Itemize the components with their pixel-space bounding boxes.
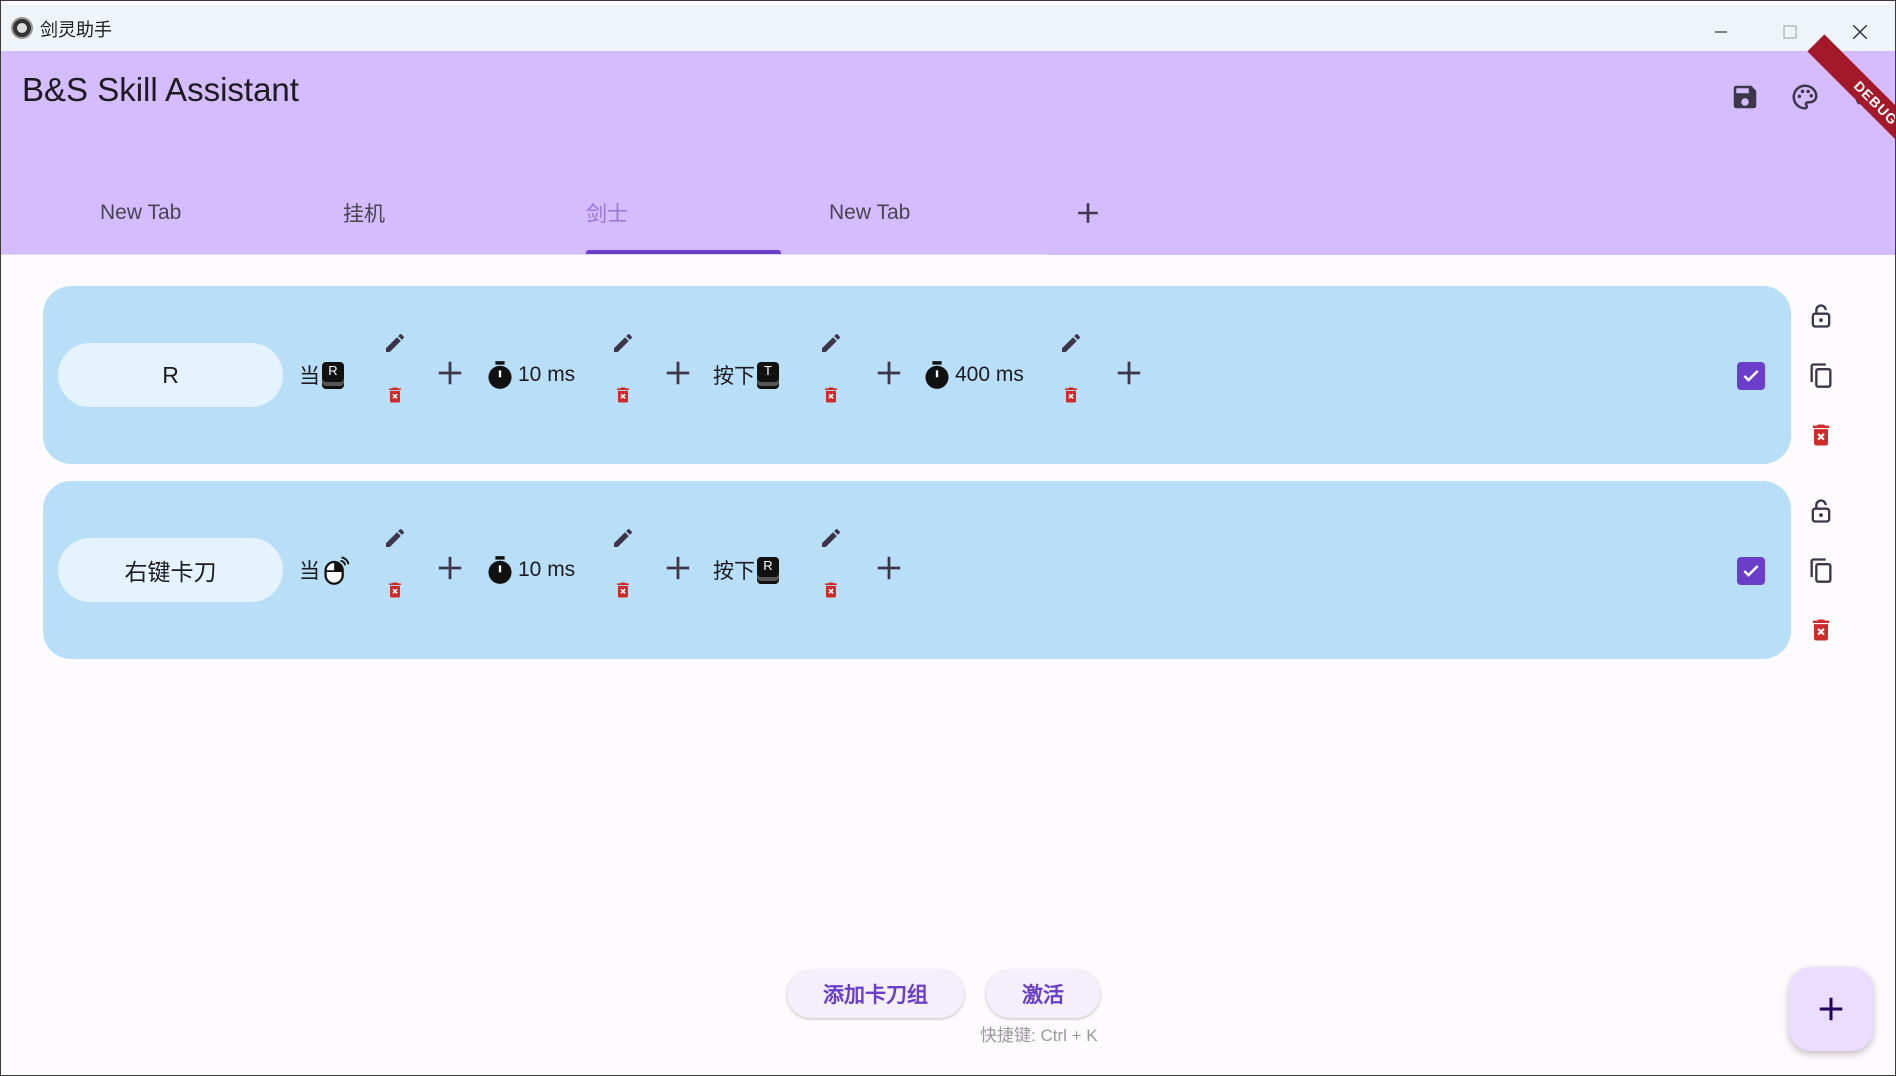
add-step-icon[interactable] bbox=[435, 553, 465, 583]
app-bar: B&S Skill Assistant DEBUG New Tab 挂机 剑士 … bbox=[1, 34, 1895, 255]
trigger-step: 当 bbox=[299, 553, 352, 587]
edit-icon[interactable] bbox=[611, 526, 635, 550]
delete-icon[interactable] bbox=[385, 579, 405, 601]
lock-open-icon[interactable] bbox=[1807, 496, 1835, 526]
trigger-label: 当 bbox=[299, 560, 320, 583]
macro-group-row: 右键卡刀 当 10 ms 按下 R bbox=[43, 481, 1791, 659]
theme-palette-button[interactable] bbox=[1781, 73, 1829, 121]
press-label: 按下 bbox=[713, 365, 755, 388]
delay-step: 10 ms bbox=[486, 358, 575, 392]
tab-idle[interactable]: 挂机 bbox=[343, 171, 385, 255]
minimize-icon bbox=[1715, 31, 1727, 33]
trigger-step: 当 R bbox=[299, 358, 344, 392]
edit-icon[interactable] bbox=[383, 526, 407, 550]
lock-open-icon[interactable] bbox=[1807, 301, 1835, 331]
add-tab-button[interactable] bbox=[1075, 171, 1101, 255]
edit-icon[interactable] bbox=[819, 526, 843, 550]
delete-icon[interactable] bbox=[821, 579, 841, 601]
window-title: 剑灵助手 bbox=[40, 20, 112, 40]
delete-icon[interactable] bbox=[613, 579, 633, 601]
tab-swordsman[interactable]: 剑士 bbox=[586, 171, 628, 255]
copy-icon[interactable] bbox=[1807, 360, 1835, 390]
app-logo-icon bbox=[11, 17, 33, 39]
tab-new-tab-1[interactable]: New Tab bbox=[100, 171, 181, 255]
add-fab-button[interactable] bbox=[1789, 967, 1873, 1051]
macro-group-row: R 当 R 10 ms 按下 T 400 ms bbox=[43, 286, 1791, 464]
add-step-icon[interactable] bbox=[663, 553, 693, 583]
delete-icon[interactable] bbox=[613, 384, 633, 406]
delay-step: 400 ms bbox=[923, 358, 1024, 392]
delay-value: 10 ms bbox=[518, 363, 576, 386]
enabled-checkbox[interactable] bbox=[1737, 557, 1765, 585]
plus-icon bbox=[1078, 203, 1098, 223]
edit-icon[interactable] bbox=[383, 331, 407, 355]
press-key: R bbox=[757, 557, 779, 581]
group-name-field[interactable]: R bbox=[58, 343, 283, 407]
delete-icon[interactable] bbox=[385, 384, 405, 406]
check-icon bbox=[1743, 565, 1759, 577]
minimize-button[interactable] bbox=[1686, 9, 1756, 55]
plus-icon bbox=[1819, 997, 1843, 1021]
delay-value: 10 ms bbox=[518, 558, 576, 581]
timer-icon bbox=[925, 361, 949, 389]
shortcut-hint: 快捷键: Ctrl + K bbox=[980, 1026, 1098, 1045]
app-window: 剑灵助手 B&S Skill Assistant DEBUG New Tab 挂… bbox=[0, 0, 1896, 1076]
press-step: 按下 T bbox=[713, 358, 779, 392]
activate-button[interactable]: 激活 bbox=[986, 970, 1100, 1018]
timer-icon bbox=[488, 361, 512, 389]
tab-new-tab-2[interactable]: New Tab bbox=[829, 171, 910, 255]
save-button[interactable] bbox=[1721, 73, 1769, 121]
delay-step: 10 ms bbox=[486, 553, 575, 587]
mouse-right-click-icon bbox=[324, 556, 350, 585]
press-label: 按下 bbox=[713, 560, 755, 583]
add-step-icon[interactable] bbox=[1114, 358, 1144, 388]
copy-icon[interactable] bbox=[1807, 555, 1835, 585]
timer-icon bbox=[488, 556, 512, 584]
add-step-icon[interactable] bbox=[874, 553, 904, 583]
save-icon bbox=[1733, 85, 1757, 109]
edit-icon[interactable] bbox=[1059, 331, 1083, 355]
edit-icon[interactable] bbox=[819, 331, 843, 355]
press-step: 按下 R bbox=[713, 553, 779, 587]
palette-icon bbox=[1792, 84, 1818, 110]
delete-group-icon[interactable] bbox=[1807, 420, 1835, 450]
maximize-icon bbox=[1783, 25, 1797, 39]
check-icon bbox=[1743, 370, 1759, 382]
window-titlebar[interactable]: 剑灵助手 bbox=[1, 5, 1895, 51]
page-title: B&S Skill Assistant bbox=[22, 71, 299, 108]
press-key: T bbox=[757, 362, 779, 386]
delay-value: 400 ms bbox=[955, 363, 1024, 386]
delete-group-icon[interactable] bbox=[1807, 615, 1835, 645]
group-name-field[interactable]: 右键卡刀 bbox=[58, 538, 283, 602]
add-step-icon[interactable] bbox=[874, 358, 904, 388]
enabled-checkbox[interactable] bbox=[1737, 362, 1765, 390]
trigger-key: R bbox=[322, 362, 344, 386]
tab-divider bbox=[1, 254, 1047, 255]
delete-icon[interactable] bbox=[821, 384, 841, 406]
add-group-button[interactable]: 添加卡刀组 bbox=[787, 970, 964, 1018]
close-icon bbox=[1852, 24, 1868, 40]
delete-icon[interactable] bbox=[1061, 384, 1081, 406]
edit-icon[interactable] bbox=[611, 331, 635, 355]
add-step-icon[interactable] bbox=[663, 358, 693, 388]
add-step-icon[interactable] bbox=[435, 358, 465, 388]
trigger-label: 当 bbox=[299, 365, 320, 388]
